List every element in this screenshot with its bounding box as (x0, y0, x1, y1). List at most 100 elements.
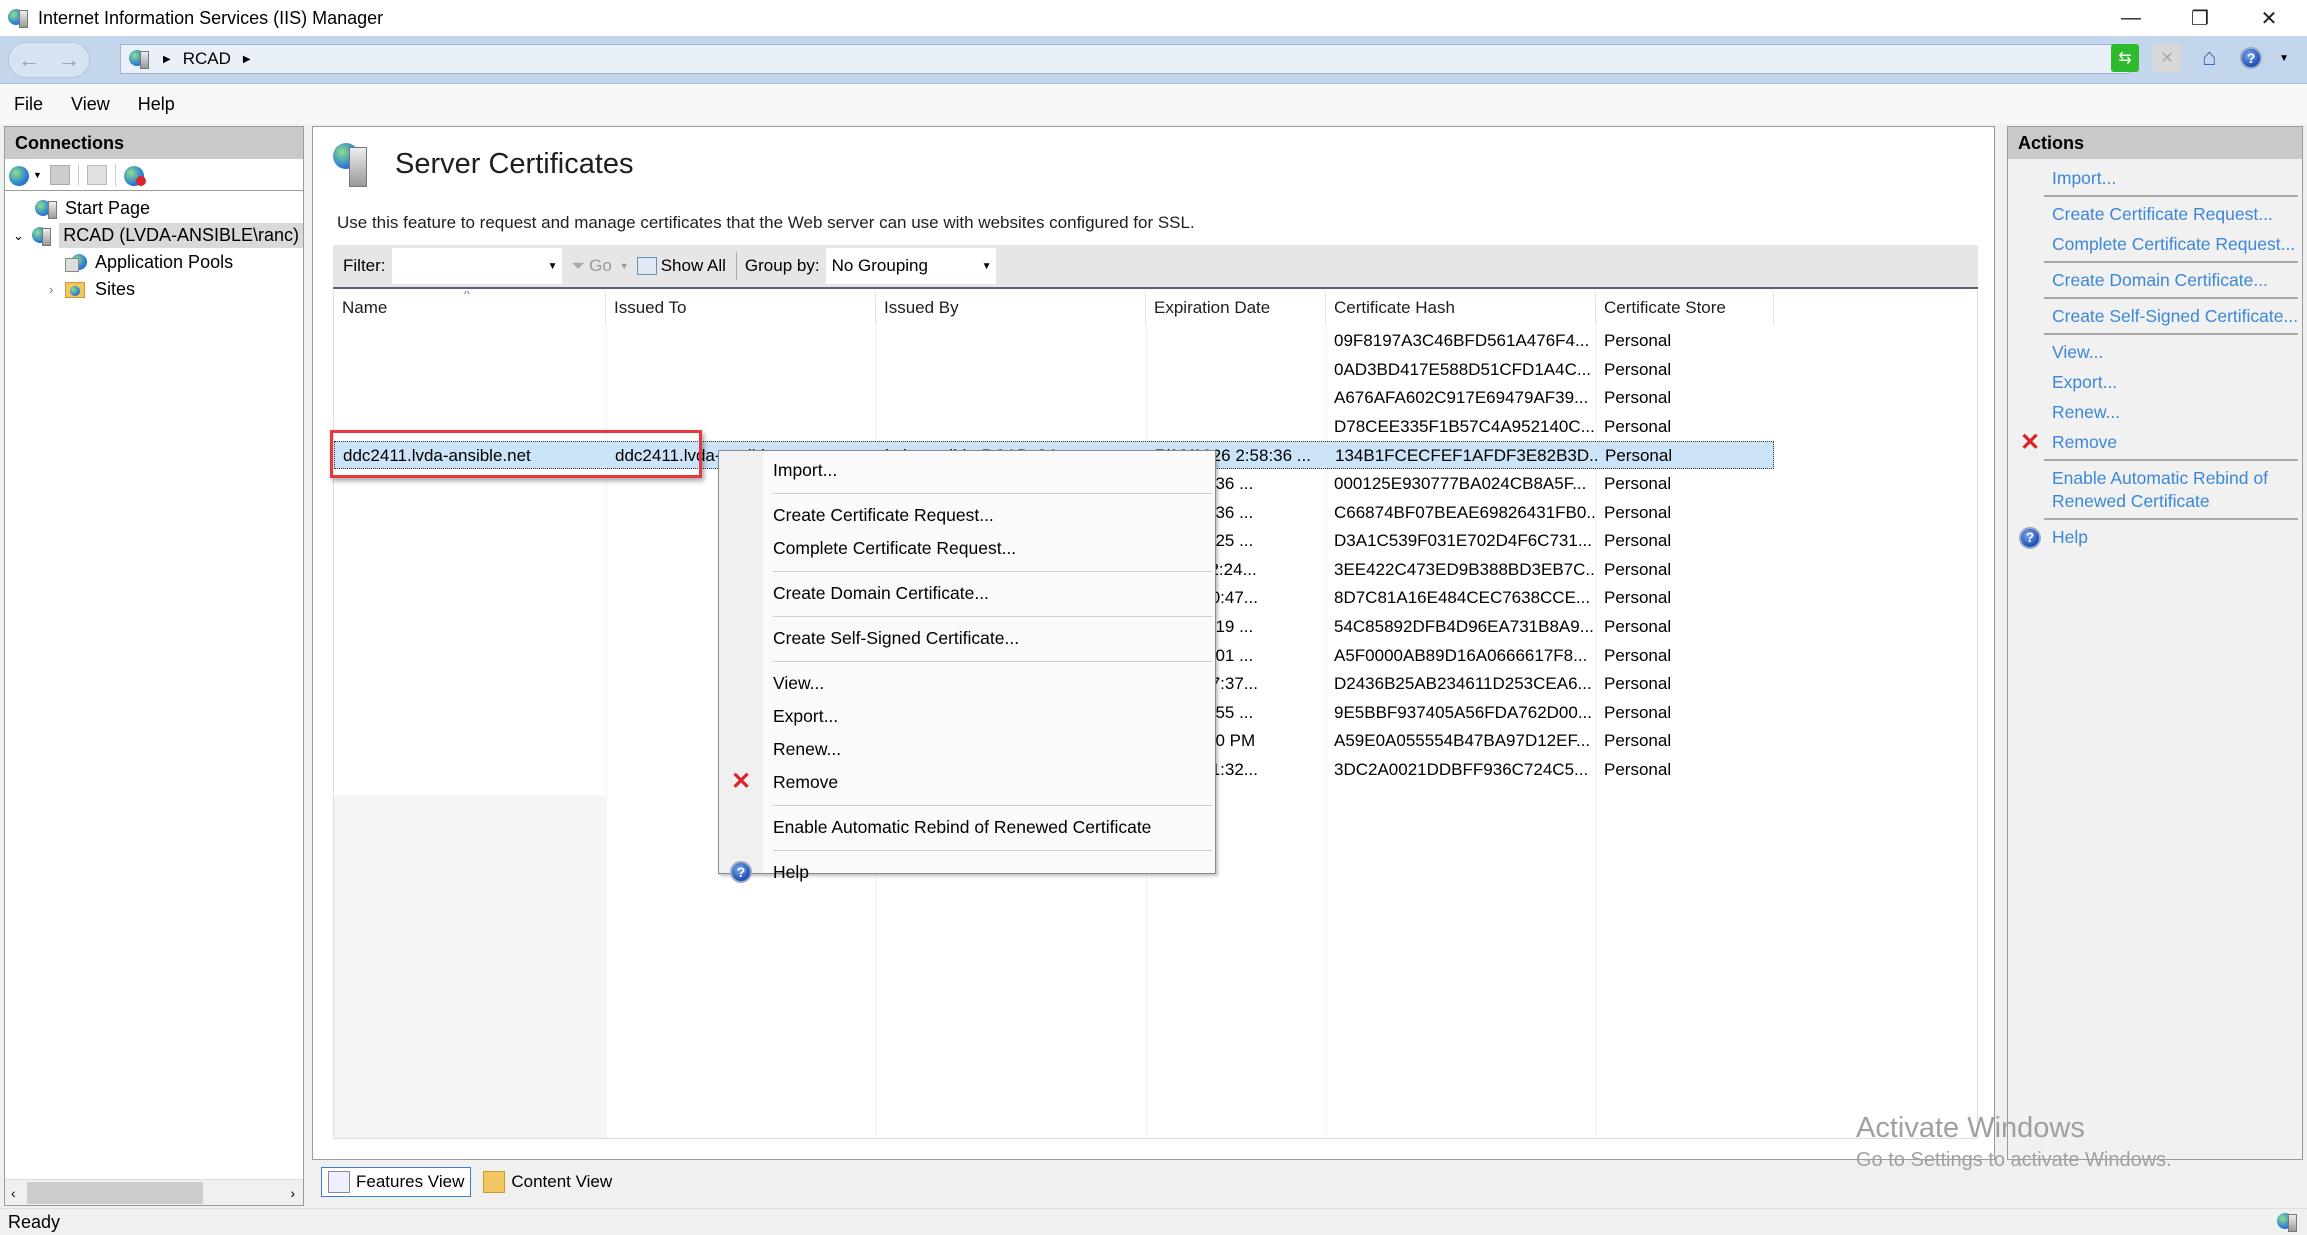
context-menu-item-export[interactable]: Export... (719, 701, 1215, 731)
column-header-name[interactable]: Name (334, 291, 606, 325)
context-menu-item-create-domain-certificate[interactable]: Create Domain Certificate... (719, 578, 1215, 608)
connections-horizontal-scrollbar[interactable]: ‹ › (5, 1179, 303, 1205)
help-icon[interactable]: ? (2237, 44, 2265, 72)
context-menu-item-create-self-signed-certificate[interactable]: Create Self-Signed Certificate... (719, 623, 1215, 653)
context-menu-item-import[interactable]: Import... (719, 455, 1215, 485)
menu-separator (773, 616, 1213, 618)
context-menu-item-create-certificate-request[interactable]: Create Certificate Request... (719, 500, 1215, 530)
go-dropdown-icon[interactable]: ▼ (620, 261, 629, 271)
action-renew[interactable]: Renew... (2008, 397, 2302, 427)
action-enable-automatic-rebind-of-renewed-certificate[interactable]: Enable Automatic Rebind of Renewed Certi… (2008, 463, 2302, 516)
scroll-left-icon[interactable]: ‹ (11, 1185, 16, 1201)
address-bar[interactable]: ▶ RCAD ▶ (120, 44, 2130, 74)
action-create-domain-certificate[interactable]: Create Domain Certificate... (2008, 265, 2302, 295)
actions-panel: Actions Import... Create Certificate Requ… (2007, 126, 2303, 1160)
context-menu-item-view[interactable]: View... (719, 668, 1215, 698)
home-icon[interactable]: ⌂ (2195, 44, 2223, 72)
cell-hash: 000125E930777BA024CB8A5F... (1334, 474, 1587, 493)
tree-item-sites[interactable]: › Sites (5, 276, 303, 303)
filter-dropdown-icon[interactable]: ▼ (548, 261, 558, 272)
column-header-issued-to[interactable]: Issued To (606, 291, 876, 325)
action-remove[interactable]: ✕ Remove (2008, 427, 2302, 457)
menu-separator (773, 805, 1213, 807)
help-dropdown-icon[interactable]: ▼ (2279, 53, 2289, 64)
filter-input[interactable]: ▼ (391, 248, 562, 284)
cell-store: Personal (1604, 388, 1672, 408)
column-header-issued-by[interactable]: Issued By (876, 291, 1146, 325)
tree-item-rcad[interactable]: ⌄ RCAD (LVDA-ANSIBLE\ranc) (5, 222, 303, 249)
tree-item-start-page[interactable]: Start Page (5, 195, 303, 222)
cell-name (334, 556, 606, 584)
minimize-button[interactable]: — (2097, 0, 2165, 36)
menu-separator (773, 661, 1213, 663)
breadcrumb-arrow-icon[interactable]: ▶ (243, 54, 251, 65)
action-export[interactable]: Export... (2008, 367, 2302, 397)
table-row[interactable]: 0AD3BD417E588D51CFD1A4C... Personal (334, 356, 1774, 384)
group-by-dropdown-icon[interactable]: ▼ (982, 261, 992, 272)
refresh-icon[interactable]: ⇆ (2111, 44, 2140, 72)
cell-expiration (1146, 384, 1326, 412)
cell-name (334, 756, 606, 784)
action-create-self-signed-certificate[interactable]: Create Self-Signed Certificate... (2008, 301, 2302, 331)
close-button[interactable]: ✕ (2235, 0, 2303, 36)
connect-icon[interactable] (9, 164, 33, 186)
cell-name (334, 527, 606, 555)
context-menu-item-enable-automatic-rebind-of-renewed-certificate[interactable]: Enable Automatic Rebind of Renewed Certi… (719, 812, 1215, 842)
stop-icon[interactable]: ✕ (2153, 44, 2182, 72)
menu-file[interactable]: File (14, 94, 43, 115)
breadcrumb-rcad[interactable]: RCAD (183, 49, 231, 69)
feature-header: Server Certificates (333, 141, 634, 187)
menu-help[interactable]: Help (138, 94, 175, 115)
cell-name (334, 499, 606, 527)
restore-button[interactable]: ❐ (2166, 0, 2234, 36)
breadcrumb-arrow-icon[interactable]: ▶ (163, 54, 171, 65)
scroll-right-icon[interactable]: › (290, 1185, 295, 1201)
chevron-right-icon[interactable]: › (49, 282, 65, 297)
action-help[interactable]: ? Help (2008, 522, 2302, 552)
context-menu-item-renew[interactable]: Renew... (719, 734, 1215, 764)
table-row[interactable]: A676AFA602C917E69479AF39... Personal (334, 384, 1774, 412)
column-header-certificate-hash[interactable]: Certificate Hash (1326, 291, 1596, 325)
highlight-annotation-box (330, 430, 702, 478)
cell-store: Personal (1604, 645, 1672, 665)
tab-content-view[interactable]: Content View (477, 1167, 618, 1197)
cell-store: Personal (1604, 359, 1672, 379)
cell-name (334, 642, 606, 670)
action-view[interactable]: View... (2008, 337, 2302, 367)
cell-store: Personal (1604, 331, 1672, 350)
server-icon (129, 48, 151, 70)
actions-separator (2044, 297, 2298, 299)
scrollbar-thumb[interactable] (27, 1182, 203, 1204)
column-header-expiration-date[interactable]: Expiration Date (1146, 291, 1326, 325)
action-create-certificate-request[interactable]: Create Certificate Request... (2008, 199, 2302, 229)
back-button[interactable]: ← (18, 47, 40, 73)
cell-store: Personal (1604, 502, 1672, 522)
chevron-down-icon[interactable]: ⌄ (13, 228, 32, 244)
action-import[interactable]: Import... (2008, 163, 2302, 193)
cell-issued-by (876, 327, 1146, 355)
action-complete-certificate-request[interactable]: Complete Certificate Request... (2008, 229, 2302, 259)
table-row[interactable]: 09F8197A3C46BFD561A476F4... Personal (334, 327, 1774, 355)
group-by-select[interactable]: No Grouping ▼ (825, 248, 996, 284)
nav-buttons: ← → (8, 42, 90, 78)
filter-label: Filter: (343, 256, 386, 275)
cell-store: Personal (1604, 760, 1672, 779)
tree-item-application-pools[interactable]: Application Pools (5, 249, 303, 276)
context-menu-item-help[interactable]: ? Help (719, 857, 1215, 887)
show-all-button[interactable]: Show All (661, 256, 726, 276)
context-menu: Import... Create Certificate Request... Co… (718, 450, 1216, 883)
menu-view[interactable]: View (71, 94, 110, 115)
column-header-certificate-store[interactable]: Certificate Store (1596, 291, 1774, 325)
status-bar: Ready (0, 1208, 2307, 1235)
disconnect-icon[interactable] (123, 164, 148, 186)
connect-dropdown-icon[interactable]: ▼ (33, 170, 42, 180)
go-button[interactable]: Go (589, 256, 612, 276)
tab-features-view[interactable]: Features View (321, 1167, 472, 1197)
context-menu-item-remove[interactable]: ✕ Remove (719, 767, 1215, 797)
save-icon[interactable] (49, 164, 70, 185)
cell-store: Personal (1604, 674, 1672, 694)
context-menu-item-complete-certificate-request[interactable]: Complete Certificate Request... (719, 533, 1215, 563)
forward-button[interactable]: → (58, 47, 80, 73)
up-icon[interactable] (86, 164, 107, 185)
cell-name (334, 670, 606, 698)
